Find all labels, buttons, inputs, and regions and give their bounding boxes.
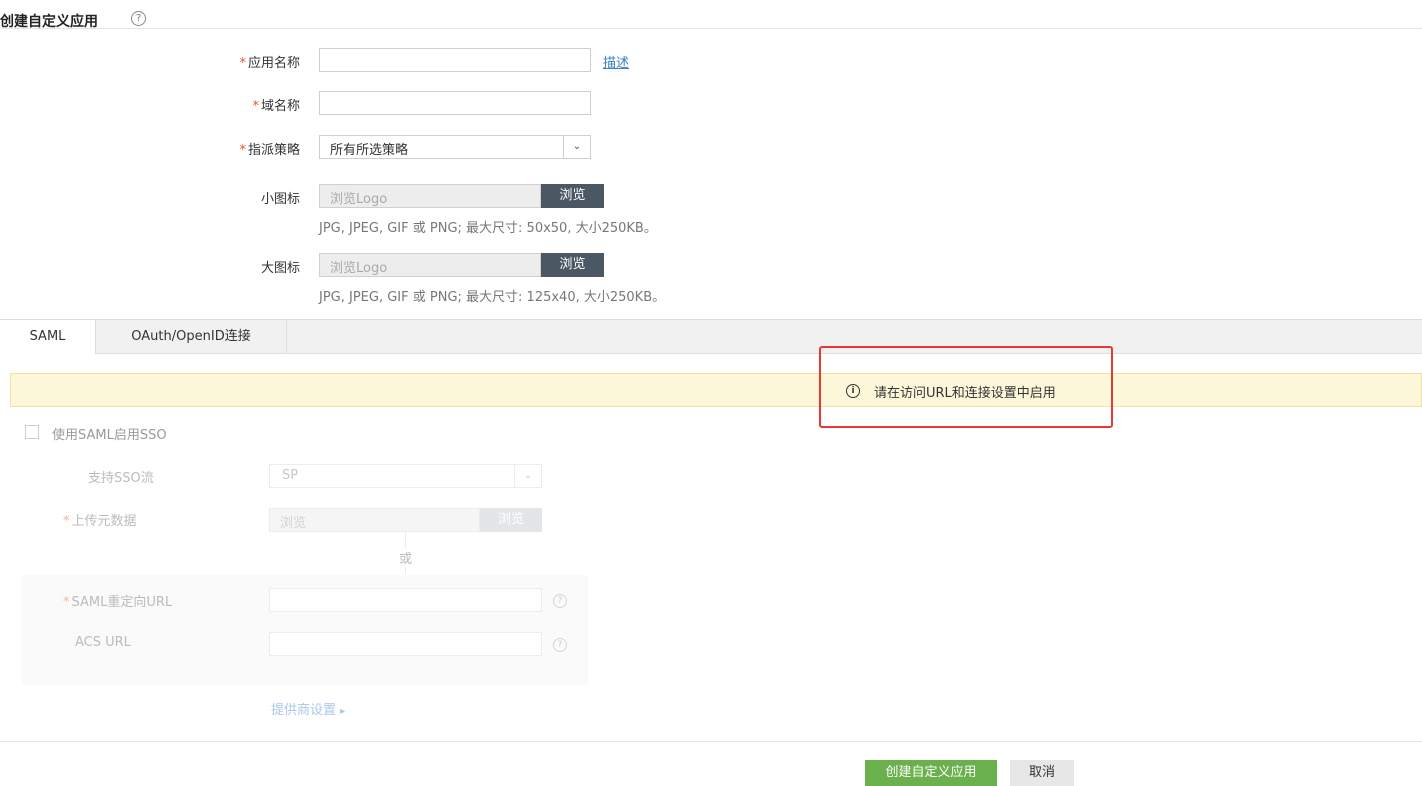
required-marker: *: [239, 143, 246, 158]
sso-flow-label: 支持SSO流: [88, 471, 154, 486]
small-icon-label: 小图标: [260, 192, 300, 207]
small-icon-file-input[interactable]: 浏览Logo: [319, 184, 541, 208]
help-icon[interactable]: ?: [131, 11, 146, 26]
small-icon-placeholder: 浏览Logo: [330, 192, 388, 207]
acs-url-label: ACS URL: [75, 635, 131, 650]
saml-redirect-url-input[interactable]: [269, 588, 542, 612]
description-link[interactable]: 描述: [603, 52, 629, 71]
help-icon[interactable]: ?: [553, 594, 567, 608]
required-marker: *: [252, 99, 259, 114]
provider-settings-link[interactable]: 提供商设置 ▸: [271, 699, 345, 718]
large-icon-placeholder: 浏览Logo: [330, 261, 388, 276]
large-icon-label: 大图标: [260, 261, 300, 276]
sso-flow-select[interactable]: SP ⌄: [269, 464, 542, 488]
upload-metadata-placeholder: 浏览: [280, 516, 307, 531]
or-text: 或: [397, 548, 415, 567]
assign-policy-label: * 指派策略: [239, 143, 300, 158]
chevron-down-icon: ⌄: [514, 465, 541, 487]
assign-policy-value: 所有所选策略: [330, 143, 409, 158]
tab-oauth-openid[interactable]: OAuth/OpenID连接: [96, 320, 287, 353]
enable-saml-sso-checkbox[interactable]: [25, 425, 39, 439]
required-marker: *: [63, 514, 70, 529]
large-icon-hint: JPG, JPEG, GIF 或 PNG; 最大尺寸: 125x40, 大小25…: [319, 290, 666, 305]
app-name-input[interactable]: [319, 48, 591, 72]
tab-saml[interactable]: SAML: [0, 320, 96, 354]
sso-flow-value: SP: [282, 468, 299, 483]
saml-redirect-url-label: * SAML重定向URL: [63, 595, 173, 610]
large-icon-browse-button[interactable]: 浏览: [541, 253, 604, 277]
required-marker: *: [239, 56, 246, 71]
create-custom-app-button[interactable]: 创建自定义应用: [865, 760, 997, 786]
app-name-label: * 应用名称: [239, 56, 300, 71]
chevron-down-icon: ⌄: [563, 136, 590, 158]
caret-right-icon: ▸: [340, 706, 346, 717]
footer-divider: [0, 741, 1422, 742]
domain-name-label: * 域名称: [252, 99, 300, 114]
upload-metadata-label: * 上传元数据: [63, 514, 137, 529]
assign-policy-select[interactable]: 所有所选策略 ⌄: [319, 135, 591, 159]
small-icon-browse-button[interactable]: 浏览: [541, 184, 604, 208]
protocol-tabs: SAML OAuth/OpenID连接: [0, 319, 1422, 354]
required-marker: *: [63, 595, 70, 610]
upload-metadata-browse-button[interactable]: 浏览: [480, 508, 542, 532]
info-banner: [10, 373, 1422, 407]
help-icon[interactable]: ?: [553, 638, 567, 652]
upload-metadata-input[interactable]: 浏览: [269, 508, 480, 532]
large-icon-file-input[interactable]: 浏览Logo: [319, 253, 541, 277]
enable-saml-sso-label: 使用SAML启用SSO: [52, 428, 167, 443]
acs-url-input[interactable]: [269, 632, 542, 656]
small-icon-hint: JPG, JPEG, GIF 或 PNG; 最大尺寸: 50x50, 大小250…: [319, 221, 657, 236]
cancel-button[interactable]: 取消: [1010, 760, 1074, 786]
highlight-box: [819, 346, 1113, 428]
header-divider: [0, 28, 1422, 29]
domain-name-input[interactable]: [319, 91, 591, 115]
